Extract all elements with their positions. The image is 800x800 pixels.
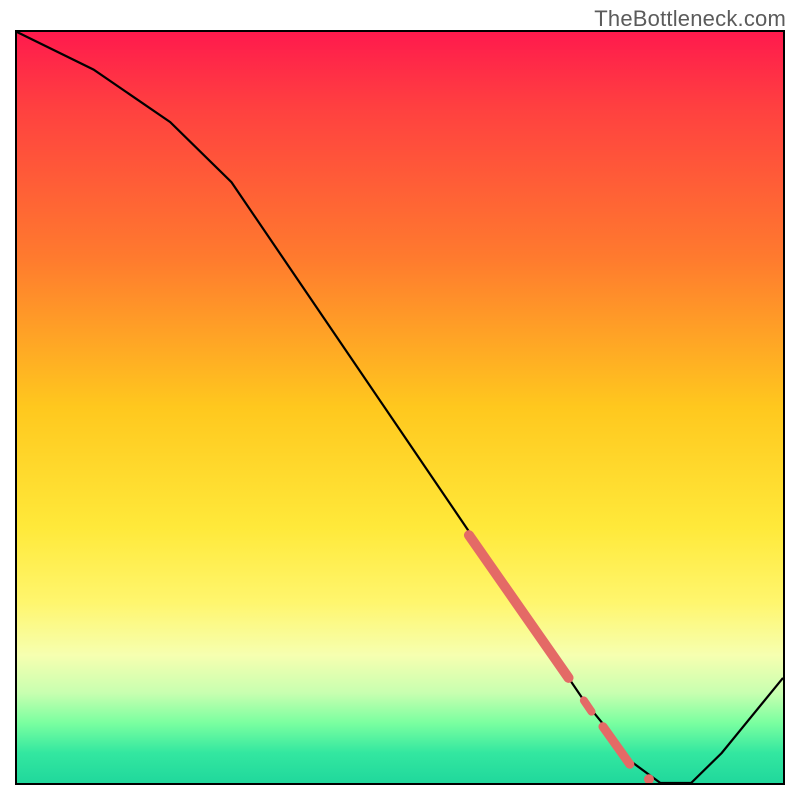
highlight-segment (584, 700, 592, 711)
highlight-segment (469, 535, 569, 678)
highlight-segments (469, 535, 654, 783)
bottleneck-chart: TheBottleneck.com (0, 0, 800, 800)
chart-overlay-svg (17, 32, 783, 783)
watermark-text: TheBottleneck.com (594, 6, 786, 32)
highlight-segment (603, 727, 630, 765)
bottleneck-curve (17, 32, 783, 783)
highlight-point (644, 774, 654, 783)
plot-area (15, 30, 785, 785)
